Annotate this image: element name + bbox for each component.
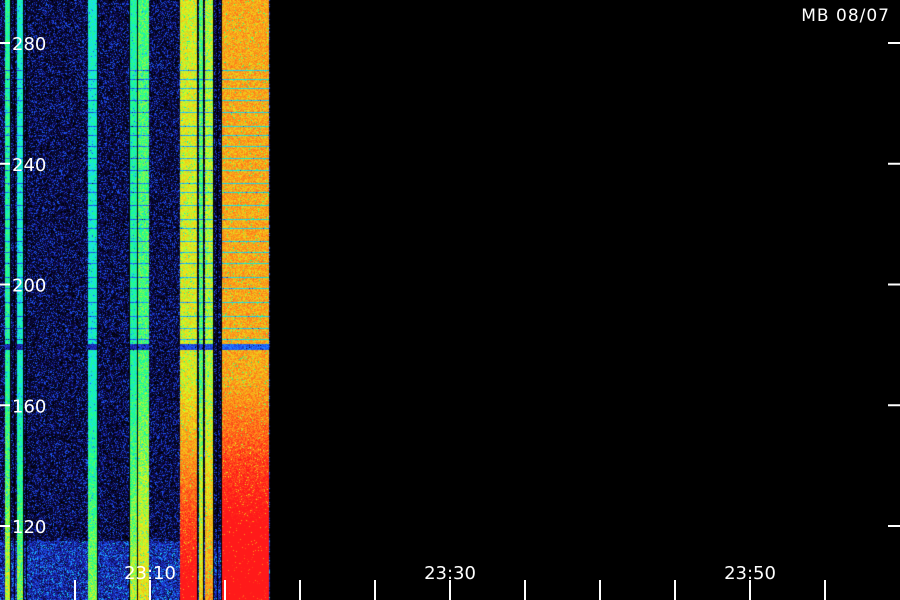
x-tick-label: 23:10: [124, 563, 176, 584]
y-tick-label: 240: [12, 155, 46, 176]
x-tick-label: 23:50: [724, 563, 776, 584]
x-axis: 23:10 23:30 23:50: [74, 563, 826, 600]
y-tick-label: 120: [12, 517, 46, 538]
y-tick-label: 160: [12, 396, 46, 417]
x-tick-label: 23:30: [424, 563, 476, 584]
spectrogram-chart: 120 160 200 240 280 23:10 23:30 23:50 MB 08/07: [0, 0, 900, 600]
y-tick-label: 200: [12, 276, 46, 297]
chart-title: MB 08/07: [801, 6, 890, 26]
chart-axes: 120 160 200 240 280 23:10 23:30 23:50: [0, 34, 900, 600]
y-tick-label: 280: [12, 34, 46, 55]
y-axis: 120 160 200 240 280: [0, 34, 900, 538]
